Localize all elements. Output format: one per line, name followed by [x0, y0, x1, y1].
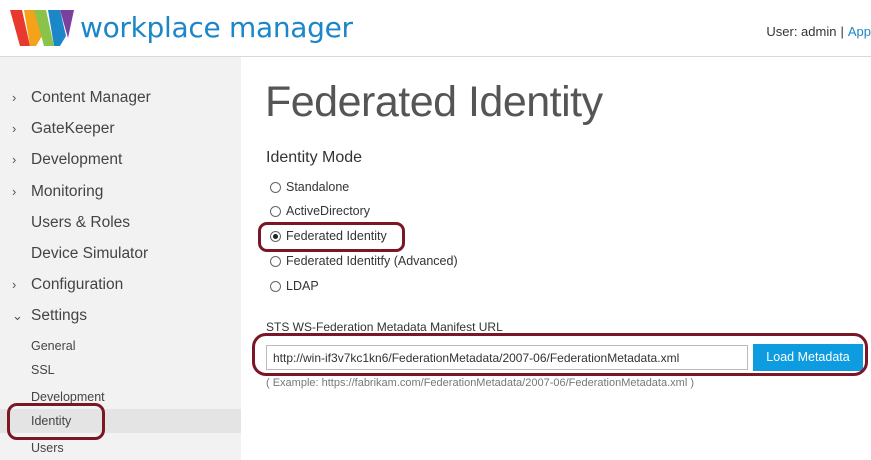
radio-button[interactable]: [270, 256, 281, 267]
sidebar-item-label: GateKeeper: [31, 120, 115, 137]
sidebar-item-label: Configuration: [31, 276, 124, 293]
sidebar-subitem-label: Development: [31, 390, 105, 404]
url-example-hint: ( Example: https://fabrikam.com/Federati…: [266, 377, 694, 389]
chevron-right-icon: ›: [12, 121, 17, 136]
chevron-right-icon: ›: [12, 152, 17, 167]
page-title: Federated Identity: [265, 78, 603, 126]
user-info: User: admin | App: [766, 24, 871, 39]
radio-label: Federated Identitfy (Advanced): [286, 254, 458, 268]
highlight-metadata-url: [252, 333, 868, 376]
workplace-logo-icon: [10, 10, 74, 46]
sidebar-item-content-manager[interactable]: › Content Manager: [0, 84, 241, 112]
sidebar-item-users-roles[interactable]: Users & Roles: [0, 209, 241, 237]
sidebar-item-label: Development: [31, 151, 123, 168]
sidebar-subitem-label: SSL: [31, 363, 55, 377]
sidebar-item-label: Monitoring: [31, 183, 104, 200]
radio-button[interactable]: [270, 281, 281, 292]
highlight-federated-identity: [258, 222, 405, 252]
separator: |: [840, 24, 844, 39]
sidebar: › Content Manager › GateKeeper › Develop…: [0, 57, 241, 460]
app-link[interactable]: App: [848, 24, 871, 39]
sidebar-item-configuration[interactable]: › Configuration: [0, 271, 241, 299]
sidebar-item-label: Settings: [31, 307, 88, 324]
chevron-right-icon: ›: [12, 184, 17, 199]
radio-label: LDAP: [286, 279, 319, 293]
chevron-down-icon: ⌄: [12, 308, 23, 323]
sidebar-subitem-label: Users: [31, 441, 64, 455]
sidebar-subitem-label: General: [31, 339, 76, 353]
sidebar-item-label: Device Simulator: [31, 245, 149, 262]
sidebar-item-gatekeeper[interactable]: › GateKeeper: [0, 115, 241, 143]
sidebar-item-label: Content Manager: [31, 89, 151, 106]
radio-label: Standalone: [286, 180, 350, 194]
highlight-identity: [7, 403, 105, 440]
radio-label: ActiveDirectory: [286, 204, 371, 218]
user-label: User: admin: [766, 24, 837, 39]
chevron-right-icon: ›: [12, 277, 17, 292]
sts-url-label: STS WS-Federation Metadata Manifest URL: [266, 320, 503, 334]
sidebar-item-settings[interactable]: ⌄ Settings: [0, 302, 241, 330]
sidebar-subitem-general[interactable]: General: [0, 334, 241, 358]
sidebar-item-monitoring[interactable]: › Monitoring: [0, 178, 241, 206]
brand-name: workplace manager: [80, 11, 353, 44]
sidebar-item-device-simulator[interactable]: Device Simulator: [0, 240, 241, 268]
identity-mode-heading: Identity Mode: [266, 149, 363, 166]
radio-button[interactable]: [270, 206, 281, 217]
chevron-right-icon: ›: [12, 90, 17, 105]
sidebar-subitem-ssl[interactable]: SSL: [0, 358, 241, 382]
app-header: workplace manager User: admin | App: [0, 0, 871, 57]
sidebar-item-label: Users & Roles: [31, 214, 131, 231]
radio-button[interactable]: [270, 182, 281, 193]
sidebar-item-development[interactable]: › Development: [0, 146, 241, 174]
